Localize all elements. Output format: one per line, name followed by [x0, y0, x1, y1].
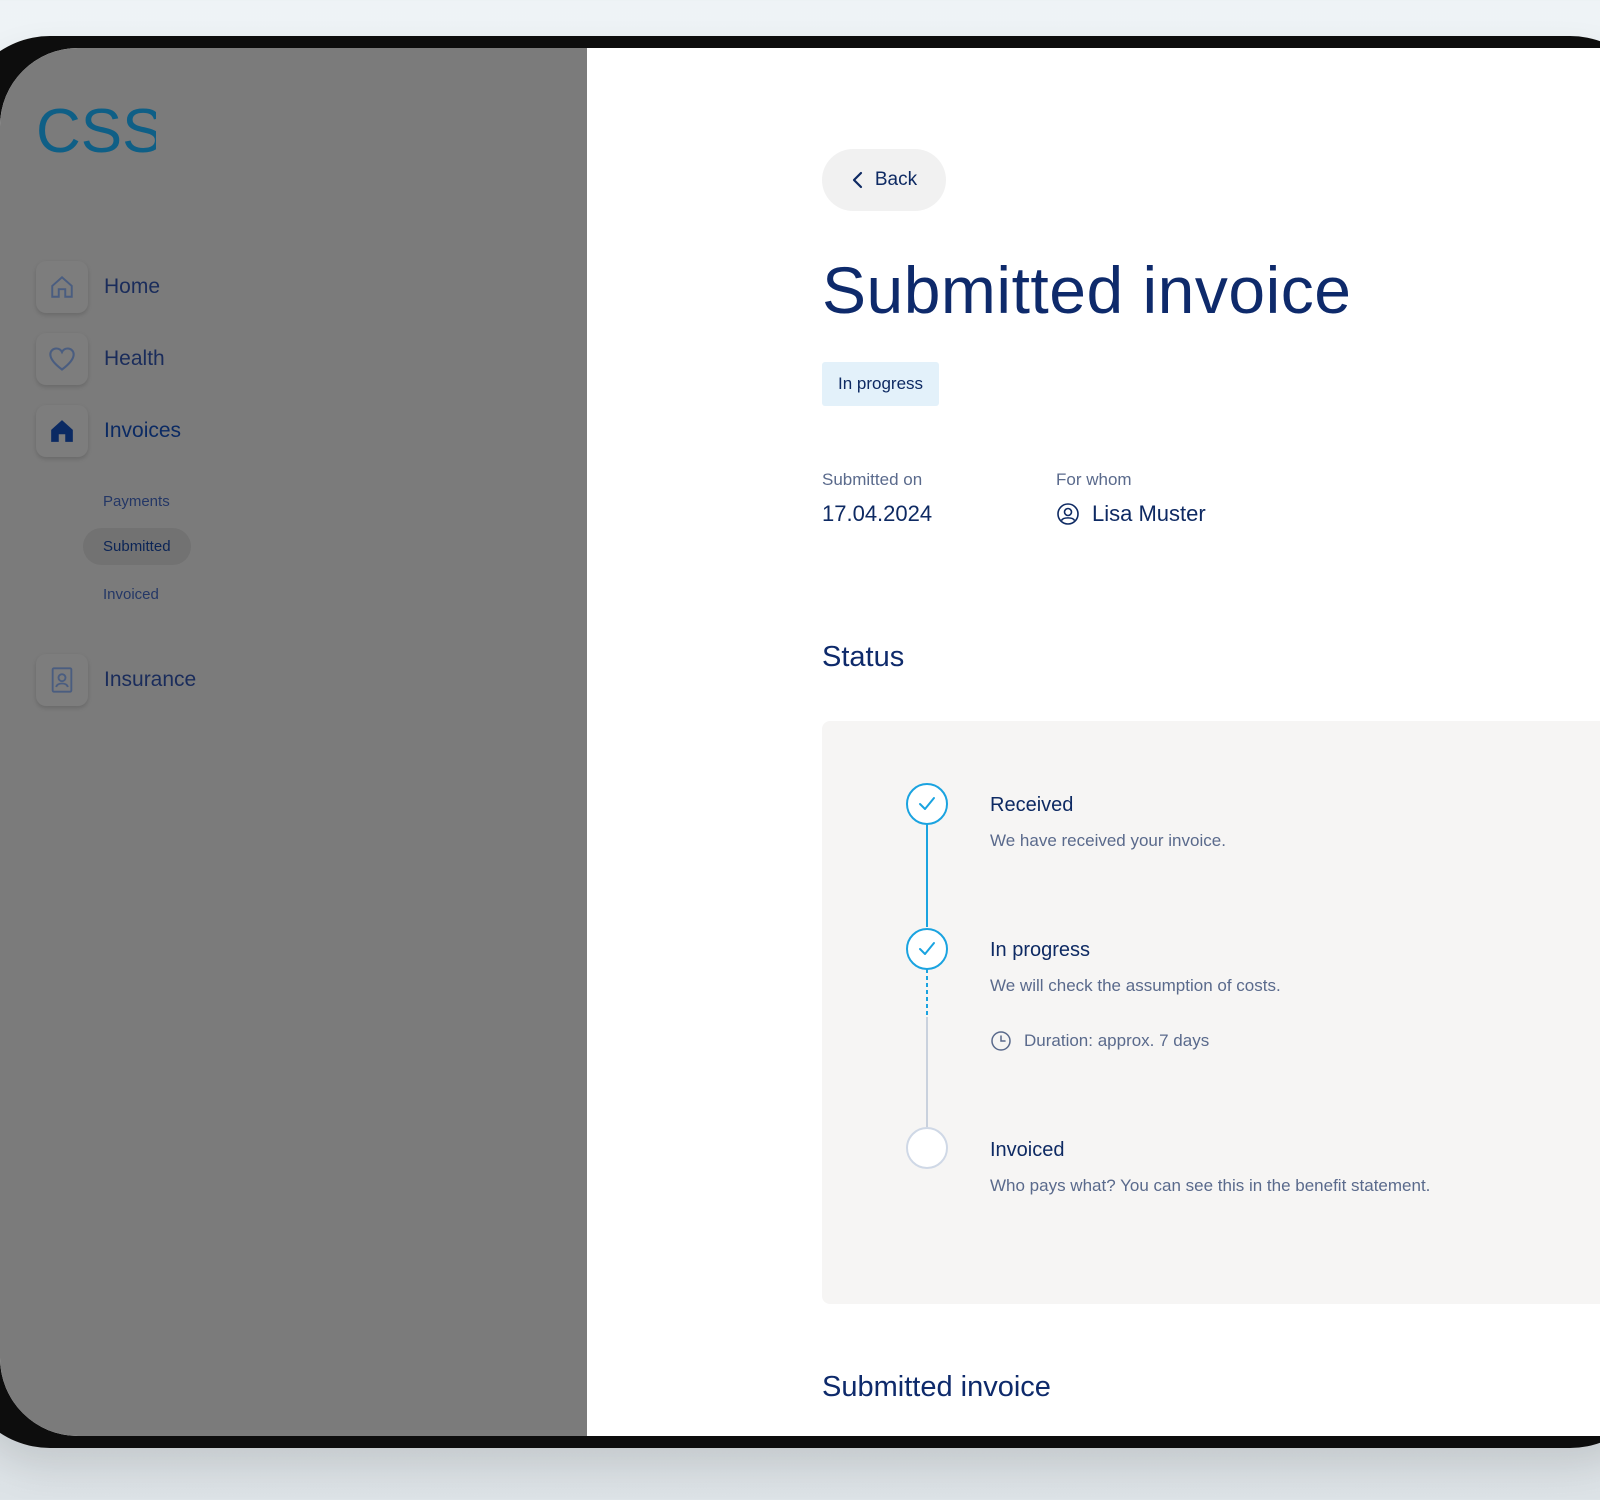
- step-duration: Duration: approx. 7 days: [990, 1030, 1209, 1052]
- submitted-invoice-heading: Submitted invoice: [822, 1371, 1051, 1403]
- sidebar-item-invoices[interactable]: Invoices: [36, 405, 181, 457]
- sidebar-subitem-invoiced[interactable]: Invoiced: [103, 586, 159, 603]
- sidebar-item-insurance[interactable]: Insurance: [36, 654, 196, 706]
- css-logo[interactable]: CSS: [36, 102, 156, 162]
- user-circle-icon: [1057, 503, 1079, 525]
- home-icon: [36, 261, 88, 313]
- back-button-label: Back: [874, 169, 918, 190]
- sidebar-subitem-payments[interactable]: Payments: [103, 493, 170, 510]
- sidebar-subitem-submitted[interactable]: Submitted: [83, 528, 191, 565]
- step-received-title: Received: [990, 794, 1074, 816]
- submitted-on-label: Submitted on: [822, 470, 923, 489]
- id-card-icon: [36, 654, 88, 706]
- home-filled-icon: [36, 405, 88, 457]
- chevron-left-icon: [852, 171, 862, 189]
- submitted-on-value: 17.04.2024: [822, 501, 932, 527]
- submitted-on-date: 17.04.2024: [822, 501, 933, 526]
- heart-icon: [36, 333, 88, 385]
- for-whom-label: For whom: [1056, 470, 1132, 489]
- step-received-check-icon: [906, 783, 948, 825]
- for-whom-name: Lisa Muster: [1092, 501, 1206, 526]
- status-badge: In progress: [822, 362, 940, 406]
- step-duration-text: Duration: approx. 7 days: [1024, 1031, 1210, 1050]
- status-card: Received We have received your invoice. …: [822, 721, 1600, 1304]
- step-invoiced-desc: Who pays what? You can see this in the b…: [990, 1176, 1431, 1195]
- sidebar-item-label: Insurance: [104, 668, 197, 691]
- screen: CSS Home Health Invoices Payments Submit…: [0, 48, 1600, 1436]
- sidebar-item-health[interactable]: Health: [36, 333, 165, 385]
- sidebar-item-label: Health: [104, 347, 165, 370]
- step-in-progress-check-icon: [906, 928, 948, 970]
- main-content: Back Submitted invoice In progress Submi…: [587, 48, 1600, 1436]
- sidebar: CSS Home Health Invoices Payments Submit…: [0, 48, 587, 1436]
- clock-icon: [991, 1031, 1011, 1051]
- svg-text:CSS: CSS: [36, 102, 156, 162]
- step-in-progress-title: In progress: [990, 939, 1091, 961]
- tablet-frame: CSS Home Health Invoices Payments Submit…: [0, 36, 1600, 1448]
- status-heading: Status: [822, 641, 905, 673]
- sidebar-item-label: Home: [104, 275, 161, 298]
- sidebar-item-home[interactable]: Home: [36, 261, 160, 313]
- step-invoiced-title: Invoiced: [990, 1139, 1065, 1161]
- back-button[interactable]: Back: [822, 149, 946, 211]
- step-received-desc: We have received your invoice.: [990, 831, 1226, 850]
- step-in-progress-desc: We will check the assumption of costs.: [990, 976, 1281, 995]
- for-whom-value: Lisa Muster: [1056, 501, 1206, 527]
- step-invoiced-pending-icon: [906, 1127, 948, 1169]
- page-title: Submitted invoice: [822, 253, 1352, 327]
- sidebar-item-label: Invoices: [104, 419, 182, 442]
